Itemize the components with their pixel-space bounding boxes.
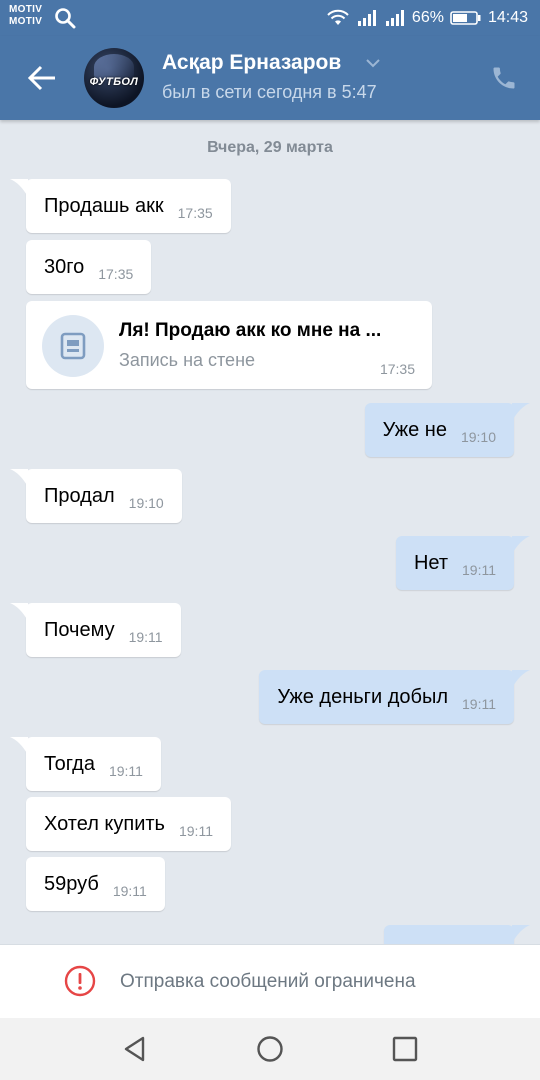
nav-back-icon[interactable] (120, 1034, 150, 1064)
wall-post-icon (42, 315, 104, 377)
message-bubble-in[interactable]: 30го 17:35 (26, 240, 152, 294)
message-text: 30го (44, 255, 85, 278)
message-text: Хотел купить (44, 812, 165, 835)
message-bubble-out[interactable]: Уже не 19:10 (364, 403, 530, 457)
message-time: 17:35 (98, 266, 134, 282)
message-time: 17:35 (177, 205, 213, 221)
system-nav-bar (0, 1018, 540, 1080)
avatar-logo-text: ФУТБОЛ (89, 76, 139, 88)
message-time: 19:11 (108, 763, 143, 779)
chat-header: ФУТБОЛ Асқар Ерназаров был в сети сегодн… (0, 36, 540, 120)
battery-percent: 66% (411, 9, 444, 26)
message-bubble-out[interactable]: Уже деньги добыл 19:11 (259, 670, 530, 724)
clock: 14:43 (487, 9, 528, 26)
bubble-tail (512, 925, 530, 943)
message-bubble-in[interactable]: 59руб 19:11 (26, 857, 165, 911)
bubble-tail (512, 403, 530, 421)
warning-icon (64, 965, 96, 997)
nav-recents-icon[interactable] (390, 1034, 420, 1064)
message-time: 19:10 (128, 495, 164, 511)
back-arrow-icon[interactable] (26, 64, 58, 92)
battery-icon (450, 11, 481, 25)
message-bubble-in[interactable]: Продал 19:10 (10, 469, 182, 523)
chevron-down-icon[interactable] (366, 58, 380, 68)
online-status: был в сети сегодня в 5:47 (162, 82, 377, 102)
wall-post-subtitle: Запись на стене (119, 350, 256, 370)
date-divider: Вчера, 29 марта (207, 139, 333, 156)
message-text: Уже не (382, 418, 447, 441)
bubble-tail (10, 737, 28, 755)
message-time: 19:10 (460, 429, 496, 445)
wall-post-attachment[interactable]: Ля! Продаю акк ко мне на ... Запись на с… (26, 301, 432, 389)
message-time: 17:35 (379, 361, 415, 377)
message-time: 19:11 (462, 696, 496, 712)
message-bubble-in[interactable]: Хотел купить 19:11 (26, 797, 231, 851)
message-time: 19:11 (128, 629, 163, 645)
search-icon (55, 8, 76, 29)
messaging-restricted-bar: Отправка сообщений ограничена (0, 944, 540, 1018)
message-bubble-out[interactable]: Нет 19:11 (395, 536, 530, 590)
contact-name[interactable]: Асқар Ерназаров (162, 51, 341, 75)
message-time: 19:11 (112, 883, 147, 899)
carrier-1: MOTIV (9, 4, 43, 15)
message-text: Уже деньги добыл (277, 685, 448, 708)
message-time: 19:11 (178, 823, 213, 839)
nav-home-icon[interactable] (255, 1034, 285, 1064)
message-time: 19:11 (462, 562, 496, 578)
signal-icon-2 (385, 10, 404, 26)
bubble-tail (10, 179, 28, 197)
carrier-labels: MOTIV MOTIV (9, 4, 42, 28)
status-bar: MOTIV MOTIV 66% 14:43 (0, 0, 540, 36)
wall-post-title: Ля! Продаю акк ко мне на ... (119, 320, 382, 341)
message-text: Продашь акк (44, 194, 164, 217)
bubble-tail (10, 469, 28, 487)
avatar[interactable]: ФУТБОЛ (84, 48, 144, 108)
phone-icon[interactable] (490, 64, 518, 92)
message-text: 59руб (44, 872, 99, 895)
wifi-icon (327, 9, 349, 25)
message-bubble-in[interactable]: Продашь акк 17:35 (10, 179, 231, 233)
message-bubble-in[interactable]: Почему 19:11 (10, 603, 181, 657)
message-text: Тогда (44, 752, 95, 775)
message-text: Продал (44, 484, 115, 507)
status-icons: 66% 14:43 (326, 0, 528, 36)
signal-icon-1 (357, 10, 376, 26)
message-text: Нет (413, 551, 448, 574)
bubble-tail (512, 536, 530, 554)
bubble-tail (512, 670, 530, 688)
bubble-tail (10, 603, 28, 621)
message-text: Почему (44, 618, 115, 641)
restriction-text: Отправка сообщений ограничена (120, 971, 416, 992)
carrier-2: MOTIV (9, 16, 43, 27)
message-bubble-in[interactable]: Тогда 19:11 (10, 737, 161, 791)
